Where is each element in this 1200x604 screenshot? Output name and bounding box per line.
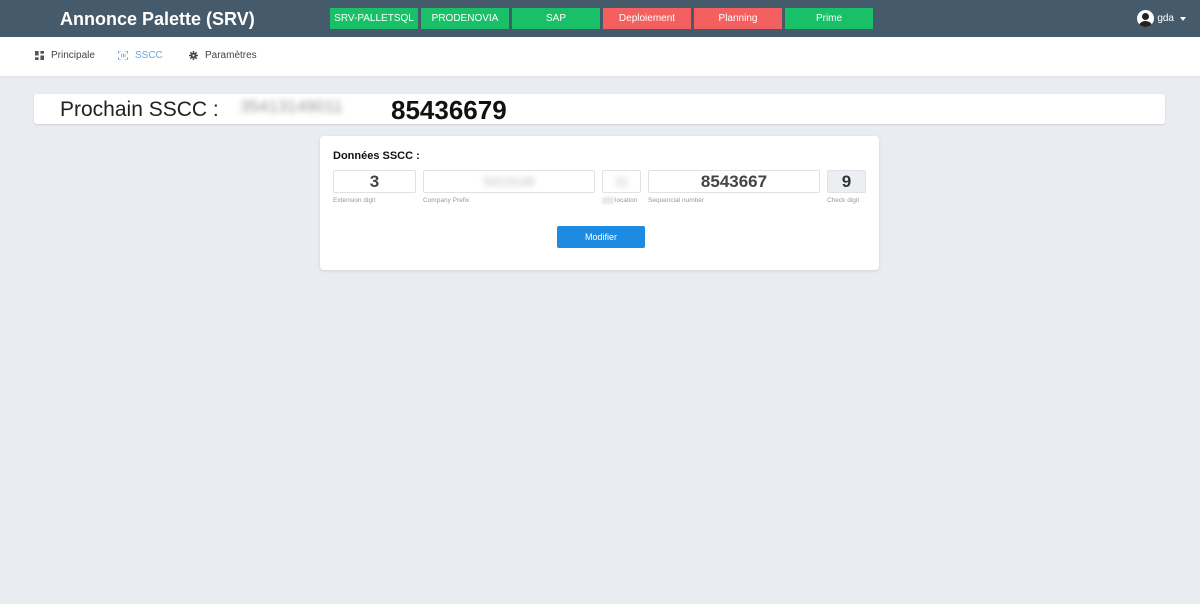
barcode-scan-icon (118, 51, 128, 60)
status-button-group: SRV-PALLETSQL PRODENOVIA SAP Deploiement… (330, 8, 873, 29)
chevron-down-icon (1180, 16, 1186, 21)
extension-digit-input[interactable] (333, 170, 416, 193)
status-button-planning[interactable]: Planning (694, 8, 782, 29)
dashboard-icon (35, 51, 44, 60)
sub-navigation: Principale SSCC Paramètres (0, 37, 1200, 76)
company-prefix-input[interactable]: 5413149 (423, 170, 595, 193)
extension-digit-label: Extension digit (333, 197, 376, 204)
status-button-srv-palletsql[interactable]: SRV-PALLETSQL (330, 8, 418, 29)
sequential-number-label: Sequencial number (648, 197, 705, 204)
sequential-number-input[interactable] (648, 170, 820, 193)
gear-icon (189, 51, 198, 60)
next-sscc-obscured-prefix: 35413149011 (240, 97, 343, 116)
nav-item-label: Principale (51, 50, 95, 61)
sscc-data-card: Données SSCC : Extension digit 5413149 C… (320, 136, 879, 270)
status-button-deploiement[interactable]: Deploiement (603, 8, 691, 29)
user-name: gda (1157, 13, 1174, 24)
company-prefix-label: Company Prefix (423, 197, 470, 204)
next-sscc-value: 85436679 (391, 95, 507, 125)
next-sscc-panel: Prochain SSCC : 35413149011 85436679 (34, 94, 1165, 125)
location-label-obscured (602, 197, 614, 204)
check-digit-display: 9 (827, 170, 866, 193)
status-button-prime[interactable]: Prime (785, 8, 873, 29)
location-input[interactable]: 11 (602, 170, 641, 193)
user-menu[interactable]: gda (1137, 10, 1186, 27)
card-title: Données SSCC : (333, 150, 420, 162)
location-label: location (602, 197, 637, 204)
check-digit-label: Check digit (827, 197, 860, 204)
next-sscc-label: Prochain SSCC : (60, 98, 219, 121)
status-button-prodenovia[interactable]: PRODENOVIA (421, 8, 509, 29)
nav-item-parametres[interactable]: Paramètres (189, 50, 257, 61)
status-button-sap[interactable]: SAP (512, 8, 600, 29)
modifier-button[interactable]: Modifier (557, 226, 645, 248)
top-bar: Annonce Palette (SRV) SRV-PALLETSQL PROD… (0, 0, 1200, 37)
nav-item-label: Paramètres (205, 50, 257, 61)
app-title: Annonce Palette (SRV) (60, 9, 255, 29)
nav-item-sscc[interactable]: SSCC (118, 50, 163, 61)
nav-item-principale[interactable]: Principale (35, 50, 95, 61)
user-avatar-icon (1137, 10, 1155, 27)
nav-item-label: SSCC (135, 50, 163, 61)
